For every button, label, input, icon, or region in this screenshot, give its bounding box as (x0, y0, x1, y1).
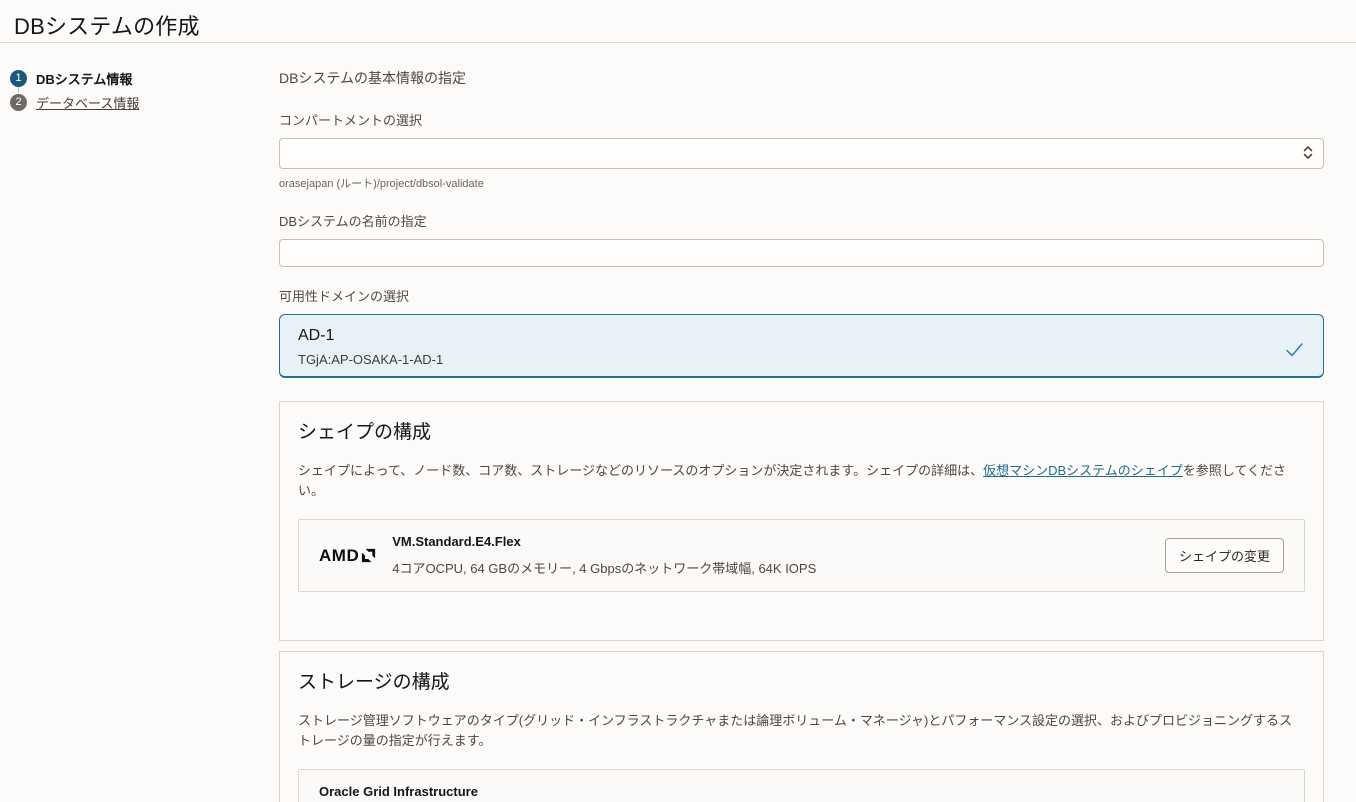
storage-section-description: ストレージ管理ソフトウェアのタイプ(グリッド・インフラストラクチャまたは論理ボリ… (298, 711, 1305, 751)
shape-name: VM.Standard.E4.Flex (392, 534, 1165, 549)
shape-desc-before: シェイプによって、ノード数、コア数、ストレージなどのリソースのオプションが決定さ… (298, 463, 983, 478)
compartment-path-text: orasejapan (ルート)/project/dbsol-validate (279, 175, 1324, 191)
step-2-link[interactable]: データベース情報 (36, 93, 139, 112)
storage-software-name: Oracle Grid Infrastructure (319, 784, 1152, 799)
compartment-label: コンパートメントの選択 (279, 110, 1324, 129)
step-2-badge: 2 (10, 94, 27, 111)
change-shape-button[interactable]: シェイプの変更 (1165, 538, 1284, 573)
storage-section-title: ストレージの構成 (298, 667, 1305, 694)
page-header: DBシステムの作成 (0, 0, 1356, 43)
storage-card: Oracle Grid Infrastructure ブロック・ボリュームのパフ… (298, 769, 1305, 802)
shape-section-title: シェイプの構成 (298, 417, 1305, 444)
step-1-label: DBシステム情報 (36, 69, 132, 88)
stepper-step-db-system-info[interactable]: 1 DBシステム情報 (10, 69, 279, 87)
wizard-stepper: 1 DBシステム情報 2 データベース情報 (0, 43, 279, 111)
compartment-select[interactable] (279, 138, 1324, 169)
availability-domain-label: 可用性ドメインの選択 (279, 286, 1324, 305)
check-icon (1285, 342, 1304, 363)
availability-domain-option-selected[interactable]: AD-1 TGjA:AP-OSAKA-1-AD-1 (279, 314, 1324, 378)
shape-config-section: シェイプの構成 シェイプによって、ノード数、コア数、ストレージなどのリソースのオ… (279, 401, 1324, 641)
ad-name: AD-1 (298, 327, 1305, 345)
form-intro-text: DBシステムの基本情報の指定 (279, 68, 1324, 88)
ad-detail: TGjA:AP-OSAKA-1-AD-1 (298, 352, 1305, 367)
vm-db-shape-link[interactable]: 仮想マシンDBシステムのシェイプ (983, 463, 1183, 478)
shape-specs: 4コアOCPU, 64 GBのメモリー, 4 Gbpsのネットワーク帯域幅, 6… (392, 558, 1165, 577)
db-name-label: DBシステムの名前の指定 (279, 211, 1324, 230)
page-title: DBシステムの作成 (14, 9, 1342, 41)
amd-logo: AMD (319, 546, 376, 566)
shape-section-description: シェイプによって、ノード数、コア数、ストレージなどのリソースのオプションが決定さ… (298, 461, 1305, 501)
storage-config-section: ストレージの構成 ストレージ管理ソフトウェアのタイプ(グリッド・インフラストラク… (279, 651, 1324, 802)
db-name-input[interactable] (279, 239, 1324, 267)
select-spinner-icon (1303, 144, 1313, 163)
amd-arrow-icon (361, 548, 376, 563)
stepper-step-database-info[interactable]: 2 データベース情報 (10, 93, 279, 111)
step-1-badge: 1 (10, 70, 27, 87)
shape-card: AMD VM.Standard.E4.Flex 4コアOCPU, 64 GBのメ… (298, 519, 1305, 592)
amd-wordmark: AMD (319, 546, 359, 566)
